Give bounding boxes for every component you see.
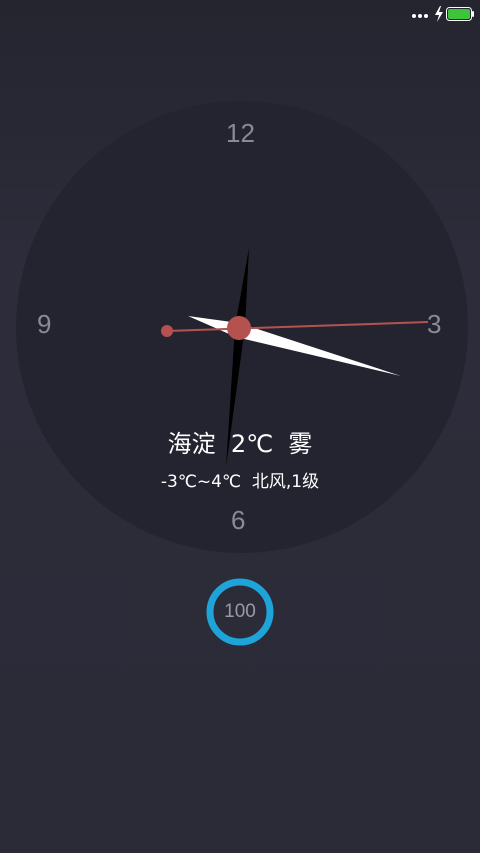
weather-summary: 海淀 2℃ 雾	[167, 430, 313, 458]
lock-screen: 12 3 6 9 海淀 2℃ 雾 -3℃~4℃ 北风,1级 100	[0, 0, 480, 853]
second-hand-tail-dot	[161, 325, 173, 337]
score-value[interactable]: 100	[205, 577, 275, 647]
clock-center-cap	[227, 316, 251, 340]
weather-details: -3℃~4℃ 北风,1级	[160, 472, 320, 492]
more-dots-icon	[412, 8, 430, 24]
charging-bolt-icon	[435, 6, 443, 22]
battery-icon	[446, 7, 474, 21]
status-bar	[0, 0, 480, 28]
